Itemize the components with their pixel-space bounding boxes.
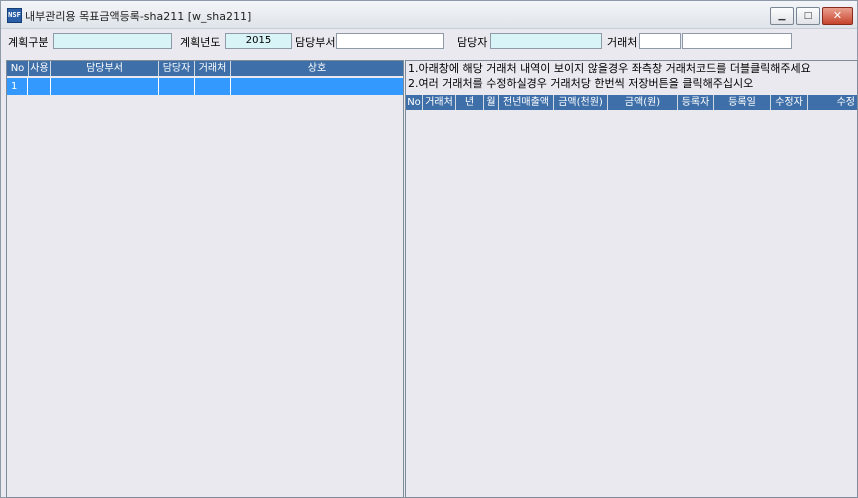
title-bar[interactable]: NSF 내부관리용 목표금액등록-sha211 [w_sha211] ▁ □ ✕ <box>1 1 857 29</box>
col-modifier[interactable]: 수정자 <box>771 95 808 110</box>
col-amount-won[interactable]: 금액(원) <box>608 95 678 110</box>
row-client-cell[interactable] <box>195 78 231 95</box>
col-client[interactable]: 거래처 <box>195 61 231 76</box>
manager-label: 담당자 <box>457 36 488 49</box>
row-no-cell[interactable]: 1 <box>7 78 28 95</box>
col-use[interactable]: 사용 <box>29 61 51 76</box>
table-row[interactable]: 1 <box>7 78 403 95</box>
amount-detail-panel: 1.아래창에 해당 거래처 내역이 보이지 않을경우 좌측창 거래처코드를 더블… <box>405 60 858 498</box>
filter-bar: 계획구분 계획년도 2015 담당부서 담당자 거래처 <box>3 29 855 55</box>
main-window: NSF 내부관리용 목표금액등록-sha211 [w_sha211] ▁ □ ✕… <box>0 0 858 498</box>
col-registrant[interactable]: 등록자 <box>678 95 714 110</box>
col-reg-date[interactable]: 등록일 <box>714 95 771 110</box>
plan-year-label: 계획년도 <box>180 36 221 49</box>
close-button[interactable]: ✕ <box>822 7 853 25</box>
col-no[interactable]: No <box>406 95 423 110</box>
plan-type-field[interactable] <box>53 33 172 49</box>
department-field[interactable] <box>336 33 444 49</box>
client-label: 거래처 <box>607 36 638 49</box>
row-use-cell[interactable] <box>29 78 51 95</box>
col-prev-year-sales[interactable]: 전년매출액 <box>499 95 554 110</box>
col-month[interactable]: 월 <box>484 95 499 110</box>
row-manager-cell[interactable] <box>159 78 195 95</box>
notice-double-click: 1.아래창에 해당 거래처 내역이 보이지 않을경우 좌측창 거래처코드를 더블… <box>408 62 811 75</box>
amount-grid-header: No 거래처 년 월 전년매출액 금액(천원) 금액(원) 등록자 등록일 수정… <box>406 95 857 110</box>
client-name-field[interactable] <box>682 33 792 49</box>
window-title: 내부관리용 목표금액등록-sha211 [w_sha211] <box>25 10 252 23</box>
row-company-cell[interactable] <box>231 78 403 95</box>
col-year[interactable]: 년 <box>456 95 484 110</box>
department-label: 담당부서 <box>295 36 336 49</box>
client-list-header: No 사용 담당부서 담당자 거래처 상호 <box>7 61 403 76</box>
col-manager[interactable]: 담당자 <box>159 61 195 76</box>
plan-year-field[interactable]: 2015 <box>225 33 292 49</box>
manager-field[interactable] <box>490 33 602 49</box>
notice-save-per-client: 2.여러 거래처를 수정하실경우 거래처당 한번씩 저장버튼을 클릭해주십시오 <box>408 77 754 90</box>
col-modify-date[interactable]: 수정 <box>808 95 857 110</box>
col-amount-thousand[interactable]: 금액(천원) <box>554 95 608 110</box>
col-no[interactable]: No <box>7 61 29 76</box>
client-code-field[interactable] <box>639 33 681 49</box>
row-department-cell[interactable] <box>51 78 159 95</box>
app-icon: NSF <box>7 8 22 23</box>
plan-type-label: 계획구분 <box>8 36 49 49</box>
client-list-grid[interactable]: No 사용 담당부서 담당자 거래처 상호 1 <box>6 60 404 498</box>
col-department[interactable]: 담당부서 <box>51 61 159 76</box>
minimize-button[interactable]: ▁ <box>770 7 794 25</box>
maximize-button[interactable]: □ <box>796 7 820 25</box>
col-company[interactable]: 상호 <box>231 61 403 76</box>
col-client[interactable]: 거래처 <box>423 95 456 110</box>
